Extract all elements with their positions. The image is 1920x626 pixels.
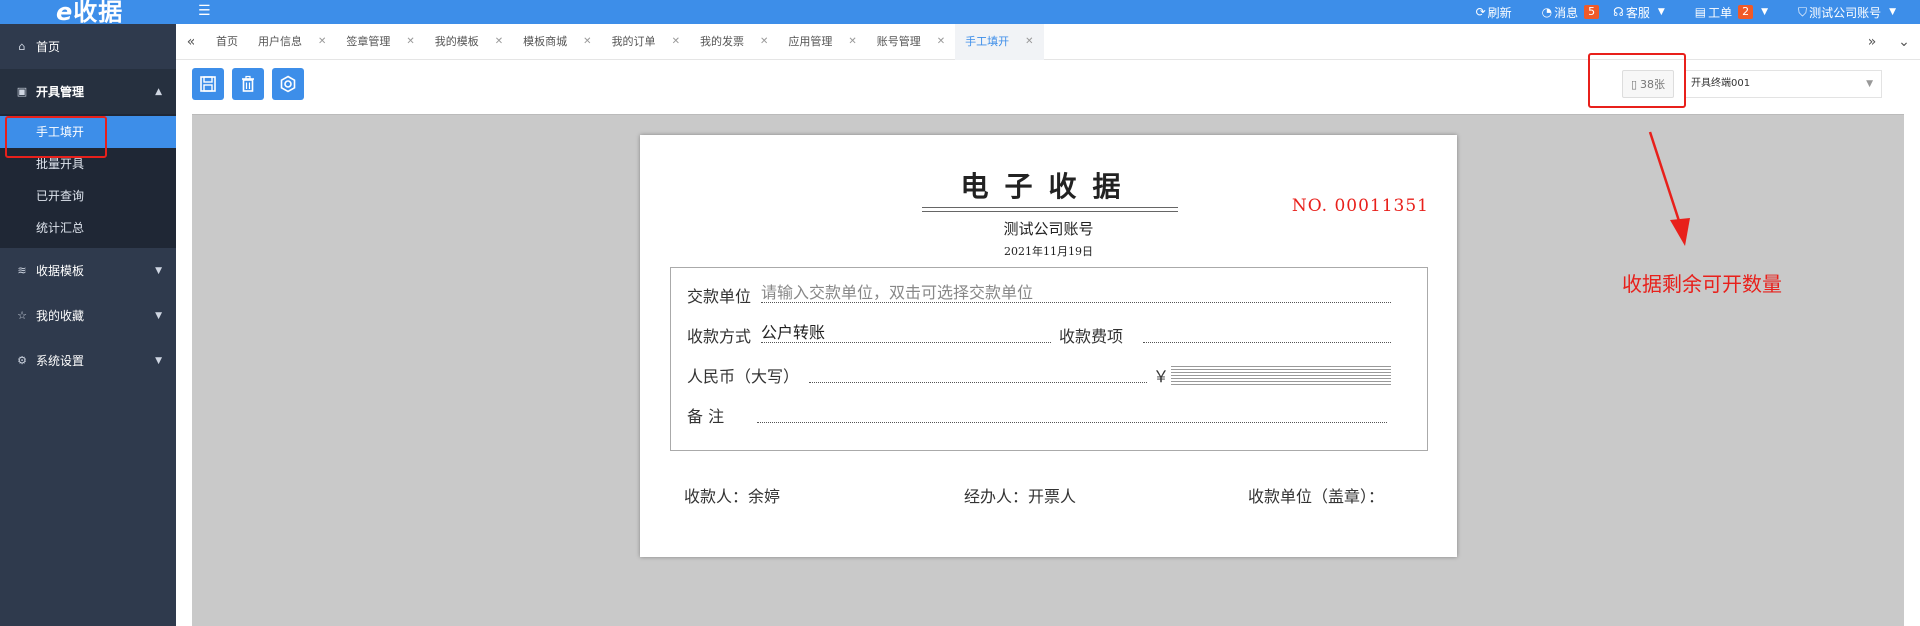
annotation-arrow — [1648, 131, 1690, 246]
save-button[interactable] — [192, 68, 224, 100]
fee-input[interactable] — [1143, 323, 1391, 343]
close-icon[interactable]: ✕ — [760, 24, 768, 60]
title-underline — [922, 211, 1178, 212]
amount-input[interactable] — [1171, 364, 1391, 386]
close-icon[interactable]: ✕ — [672, 24, 680, 60]
account-menu[interactable]: ⛉ 测试公司账号 ▼ — [1798, 4, 1896, 21]
tab-manual-issue[interactable]: 手工填开 ✕ — [955, 23, 1044, 60]
receipt-fields-box: 交款单位 请输入交款单位，双击可选择交款单位 收款方式 公户转账 收款费项 人民… — [670, 267, 1428, 451]
ticket-badge: 2 — [1738, 5, 1754, 19]
fee-label: 收款费项 — [1059, 327, 1124, 346]
rmb-uppercase-label: 人民币（大写） — [687, 367, 800, 386]
top-bar: e收据 ☰ ⟳ 刷新 ◔ 消息 5 ☊ 客服 ▼ ▤ 工单 2 ▼ ⛉ 测试公司… — [0, 0, 1920, 24]
unit-seal-label: 收款单位（盖章）： — [1248, 487, 1385, 506]
tab-my-invoices[interactable]: 我的发票 ✕ — [690, 24, 778, 60]
trash-icon — [242, 75, 254, 92]
chevron-down-icon: ▼ — [1657, 7, 1665, 17]
highlight-box-remaining-count — [1588, 53, 1686, 108]
method-input[interactable]: 公户转账 — [761, 323, 1051, 343]
close-icon[interactable]: ✕ — [583, 24, 591, 60]
tabs-right-controls: » ⌄ — [1856, 24, 1920, 60]
chevron-down-icon: ▼ — [155, 265, 162, 276]
sidebar-item-settings[interactable]: ⚙ 系统设置 ▼ — [0, 338, 176, 383]
tab-my-orders[interactable]: 我的订单 ✕ — [602, 24, 690, 60]
annotation-label: 收据剩余可开数量 — [1622, 272, 1782, 296]
payer-label: 交款单位 — [687, 287, 752, 306]
support-menu[interactable]: ☊ 客服 ▼ — [1613, 4, 1665, 21]
tabs-scroll-left-icon[interactable]: « — [176, 34, 206, 50]
terminal-select[interactable]: 开具终端001 ▼ — [1684, 70, 1882, 98]
sidebar-item-favorites[interactable]: ☆ 我的收藏 ▼ — [0, 293, 176, 338]
bell-icon: ◔ — [1541, 5, 1553, 19]
close-icon[interactable]: ✕ — [406, 24, 414, 60]
gear-icon — [280, 75, 296, 93]
handler-label: 经办人：开票人 — [964, 487, 1077, 506]
tab-account-management[interactable]: 账号管理 ✕ — [867, 24, 955, 60]
tab-my-templates[interactable]: 我的模板 ✕ — [425, 24, 513, 60]
tab-home[interactable]: 首页 — [206, 24, 248, 60]
remark-label: 备 注 — [687, 407, 725, 426]
ticket-menu[interactable]: ▤ 工单 2 ▼ — [1695, 4, 1768, 21]
chevron-down-icon: ▼ — [1761, 7, 1769, 17]
sidebar-item-home[interactable]: ⌂ 首页 — [0, 24, 176, 69]
refresh-icon: ⟳ — [1475, 5, 1486, 19]
tab-seal-management[interactable]: 签章管理 ✕ — [336, 24, 424, 60]
refresh-button[interactable]: ⟳ 刷新 — [1476, 4, 1512, 21]
tab-app-management[interactable]: 应用管理 ✕ — [778, 24, 866, 60]
delete-button[interactable] — [232, 68, 264, 100]
sidebar-item-issue-management[interactable]: ▣ 开具管理 ▲ — [0, 69, 176, 114]
settings-button[interactable] — [272, 68, 304, 100]
chevron-down-icon: ▼ — [155, 355, 162, 366]
highlight-box-manual-issue — [5, 116, 107, 158]
receipt-company: 测试公司账号 — [1003, 220, 1094, 238]
layers-icon: ≋ — [17, 264, 27, 277]
sidebar: ⌂ 首页 ▣ 开具管理 ▲ 手工填开 批量开具 已开查询 统计汇总 ≋ 收据模板… — [0, 24, 176, 626]
messages-badge: 5 — [1584, 5, 1600, 19]
tabs-menu-chevron-icon[interactable]: ⌄ — [1888, 34, 1920, 50]
close-icon[interactable]: ✕ — [318, 24, 326, 60]
shield-icon: ⛉ — [1798, 4, 1808, 19]
tabs-scroll-right-icon[interactable]: » — [1856, 34, 1888, 50]
close-icon[interactable]: ✕ — [937, 24, 945, 60]
method-label: 收款方式 — [687, 327, 752, 346]
close-icon[interactable]: ✕ — [848, 24, 856, 60]
gear-icon: ⚙ — [17, 354, 27, 367]
messages-button[interactable]: ◔ 消息 5 — [1542, 4, 1600, 21]
chevron-down-icon: ▼ — [1889, 7, 1896, 17]
sidebar-item-statistics[interactable]: 统计汇总 — [0, 212, 176, 244]
yen-symbol: ￥ — [1153, 367, 1170, 386]
save-icon — [200, 76, 216, 92]
clipboard-icon: ▣ — [16, 85, 28, 98]
top-right-actions: ⟳ 刷新 ◔ 消息 5 ☊ 客服 ▼ ▤ 工单 2 ▼ ⛉ 测试公司账号 ▼ — [1446, 0, 1896, 24]
sidebar-item-issued-query[interactable]: 已开查询 — [0, 180, 176, 212]
receipt-date: 2021年11月19日 — [1004, 245, 1093, 258]
chevron-down-icon: ▼ — [155, 310, 162, 321]
receipt-number: NO. 00011351 — [1291, 196, 1429, 216]
title-underline — [922, 207, 1178, 208]
tab-user-info[interactable]: 用户信息 ✕ — [248, 24, 336, 60]
sidebar-item-receipt-templates[interactable]: ≋ 收据模板 ▼ — [0, 248, 176, 293]
ticket-icon: ▤ — [1694, 5, 1707, 19]
close-icon[interactable]: ✕ — [495, 24, 503, 60]
home-icon: ⌂ — [18, 40, 26, 53]
chevron-up-icon: ▲ — [155, 86, 162, 97]
close-icon[interactable]: ✕ — [1025, 24, 1033, 60]
receipt-form: 电子收据 测试公司账号 2021年11月19日 NO. 00011351 交款单… — [640, 135, 1457, 557]
chevron-down-icon: ▼ — [1866, 79, 1873, 89]
receiver-label: 收款人：余婷 — [684, 487, 781, 506]
star-icon: ☆ — [17, 309, 27, 322]
tab-template-store[interactable]: 模板商城 ✕ — [513, 24, 601, 60]
payer-input[interactable]: 请输入交款单位，双击可选择交款单位 — [761, 283, 1391, 303]
app-logo[interactable]: e收据 — [56, 0, 123, 24]
logo-area: e收据 — [0, 0, 176, 24]
remark-input[interactable] — [757, 403, 1387, 423]
headset-icon: ☊ — [1613, 5, 1624, 19]
menu-toggle-icon[interactable]: ☰ — [198, 2, 211, 20]
rmb-uppercase-input[interactable] — [809, 363, 1147, 383]
